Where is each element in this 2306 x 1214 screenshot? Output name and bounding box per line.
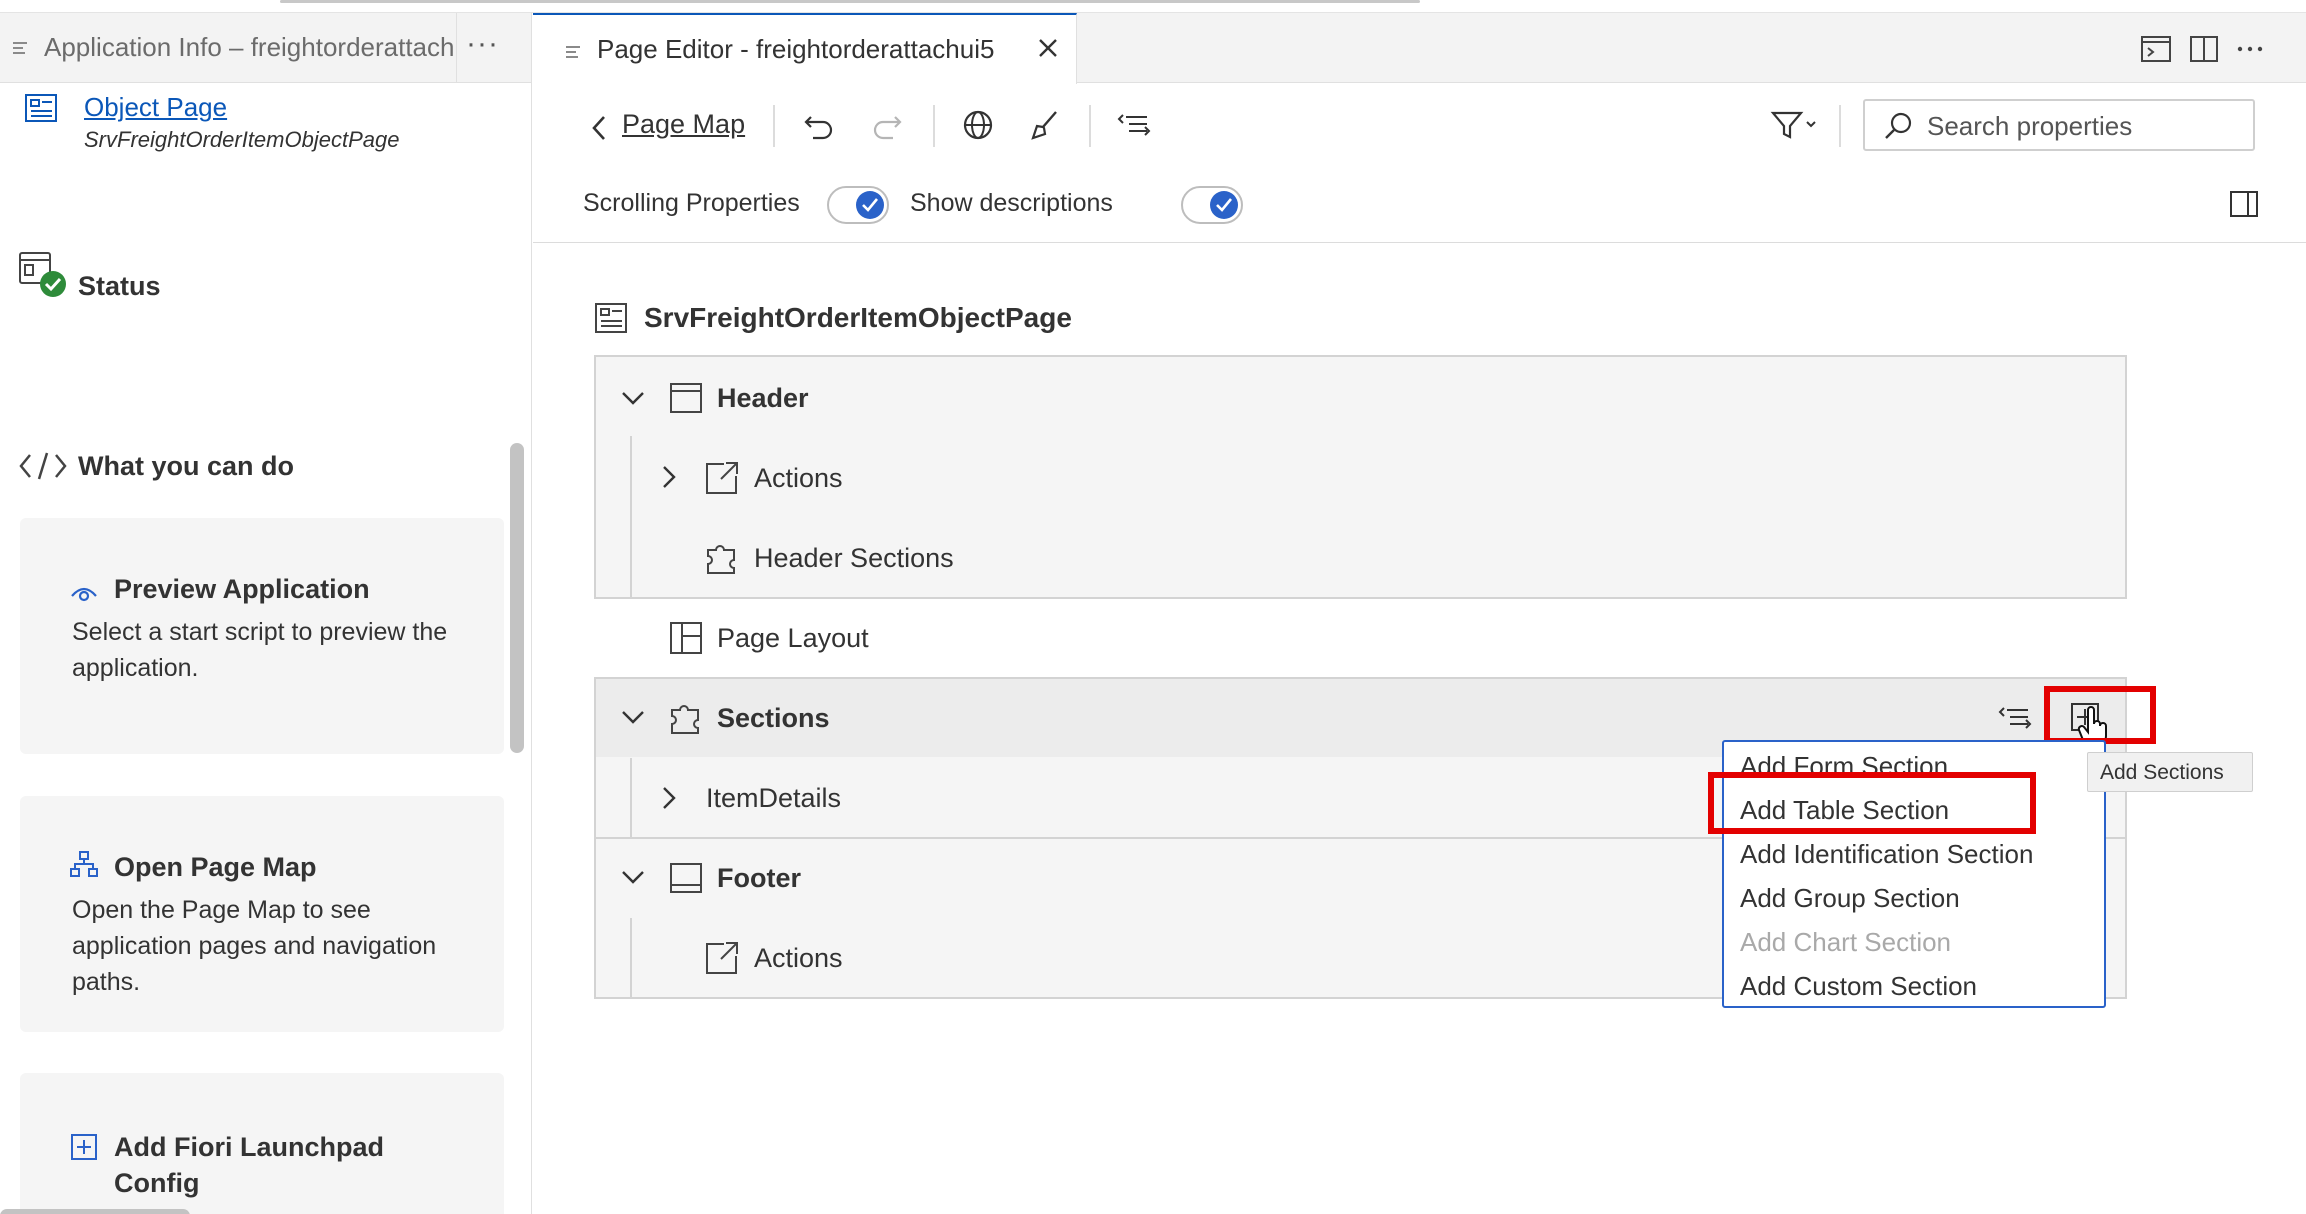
scrolling-properties-toggle[interactable] [827, 186, 889, 224]
open-page-map-card[interactable]: Open Page Map Open the Page Map to see a… [20, 796, 504, 1032]
code-icon [19, 452, 67, 480]
tab-application-info[interactable]: Application Info – freightorderattachui5… [0, 13, 531, 83]
card-title: Open Page Map [114, 852, 317, 882]
close-icon[interactable] [1035, 35, 1061, 61]
tree-node-header-actions[interactable]: Actions [754, 463, 843, 494]
toggle-knob [1210, 191, 1238, 219]
add-square-icon [71, 1134, 97, 1160]
page-title: SrvFreightOrderItemObjectPage [644, 302, 1072, 333]
tab-page-editor[interactable]: Page Editor - freightorderattachui5 [533, 13, 1077, 84]
object-page-name: SrvFreightOrderItemObjectPage [84, 127, 400, 152]
tree-node-header-sections[interactable]: Header Sections [754, 543, 954, 574]
toolbar-divider [1839, 105, 1841, 147]
what-you-can-do-heading: What you can do [78, 451, 294, 481]
toolbar-divider [933, 105, 935, 147]
globe-icon[interactable] [960, 107, 996, 143]
menu-item-add-group-section[interactable]: Add Group Section [1740, 883, 1960, 914]
tree-guide-line [630, 758, 632, 838]
application-info-panel: Application Info – freightorderattachui5… [0, 13, 532, 1214]
window-top-strip [0, 0, 2306, 13]
page-map-link[interactable]: Page Map [622, 109, 745, 140]
card-description: Open the Page Map to see application pag… [72, 896, 437, 996]
preview-application-card[interactable]: Preview Application Select a start scrip… [20, 518, 504, 754]
more-actions-icon[interactable] [2233, 33, 2267, 65]
header-icon [670, 383, 702, 413]
toolbar-divider [1089, 105, 1091, 147]
tree-node-item-details[interactable]: ItemDetails [706, 783, 841, 814]
scrolling-properties-label: Scrolling Properties [583, 189, 800, 217]
tab-title: Application Info – freightorderattachui5 [44, 32, 454, 62]
card-title: Preview Application [114, 574, 370, 604]
terminal-icon[interactable] [2139, 33, 2173, 65]
card-description: Select a start script to preview the app… [72, 618, 448, 682]
tree-node-sections[interactable]: Sections [717, 703, 830, 734]
add-fiori-launchpad-config-card[interactable]: Add Fiori Launchpad Config [20, 1073, 504, 1214]
action-arrow-icon [706, 462, 738, 494]
puzzle-icon [671, 705, 699, 734]
document-lines-icon [13, 42, 27, 54]
chevron-down-icon[interactable] [620, 704, 646, 730]
more-actions-icon[interactable]: ··· [466, 27, 499, 61]
editor-tab-bar: Page Editor - freightorderattachui5 [533, 13, 2306, 84]
horizontal-scrollbar-thumb[interactable] [0, 1209, 190, 1214]
chevron-down-icon[interactable] [620, 385, 646, 411]
brush-icon[interactable] [1027, 107, 1063, 143]
puzzle-icon [707, 545, 735, 574]
tab-separator [456, 13, 457, 83]
undo-icon[interactable] [801, 107, 837, 143]
menu-item-add-chart-section: Add Chart Section [1740, 927, 1952, 957]
toggle-knob [856, 191, 884, 219]
check-icon [862, 198, 879, 212]
highlight-add-table-section [1708, 772, 2036, 834]
filter-icon[interactable] [1769, 107, 1825, 143]
tree-node-footer[interactable]: Footer [717, 863, 801, 894]
object-page-link[interactable]: Object Page [84, 92, 227, 123]
chevron-down-icon[interactable] [620, 864, 646, 890]
tree-guide-line [630, 436, 632, 598]
status-check-icon [19, 252, 66, 297]
chevron-right-icon[interactable] [656, 785, 682, 811]
tree-node-header[interactable]: Header [717, 383, 809, 414]
chevron-left-icon[interactable] [589, 113, 609, 143]
highlight-add-sections [2044, 686, 2156, 744]
menu-item-add-custom-section[interactable]: Add Custom Section [1740, 971, 1977, 1002]
card-title: Add Fiori Launchpad Config [114, 1132, 384, 1198]
preview-eye-icon [71, 587, 97, 602]
search-input[interactable] [1927, 109, 2247, 143]
toolbar-divider [773, 105, 775, 147]
search-properties-box[interactable] [1863, 99, 2255, 151]
tree-node-footer-actions[interactable]: Actions [754, 943, 843, 974]
document-lines-icon [566, 46, 580, 58]
chevron-right-icon[interactable] [656, 464, 682, 490]
collapse-all-icon[interactable] [1998, 700, 2034, 736]
object-page-icon [25, 94, 57, 122]
property-options-row: Scrolling Properties Show descriptions [533, 169, 2306, 243]
action-arrow-icon [706, 942, 738, 974]
hierarchy-icon [70, 851, 98, 877]
search-icon [1885, 112, 1912, 139]
check-icon [1216, 198, 1233, 212]
show-descriptions-label: Show descriptions [910, 189, 1113, 217]
show-descriptions-toggle[interactable] [1181, 186, 1243, 224]
tab-title: Page Editor - freightorderattachui5 [597, 34, 995, 64]
top-scrollbar-thumb[interactable] [280, 0, 1420, 3]
layout-icon [670, 622, 702, 654]
add-sections-tooltip: Add Sections [2087, 752, 2253, 792]
split-editor-icon[interactable] [2187, 33, 2221, 65]
collapse-all-icon[interactable] [1117, 107, 1153, 143]
side-panel-icon[interactable] [2229, 189, 2259, 219]
footer-icon [670, 863, 702, 893]
redo-icon [873, 116, 902, 140]
editor-toolbar: Page Map [533, 83, 2306, 169]
status-heading: Status [78, 271, 161, 301]
vertical-scrollbar-thumb[interactable] [510, 443, 524, 753]
menu-item-add-identification-section[interactable]: Add Identification Section [1740, 839, 2033, 870]
object-page-icon [595, 303, 627, 333]
tree-guide-line [630, 918, 632, 998]
tree-node-page-layout[interactable]: Page Layout [717, 623, 869, 654]
